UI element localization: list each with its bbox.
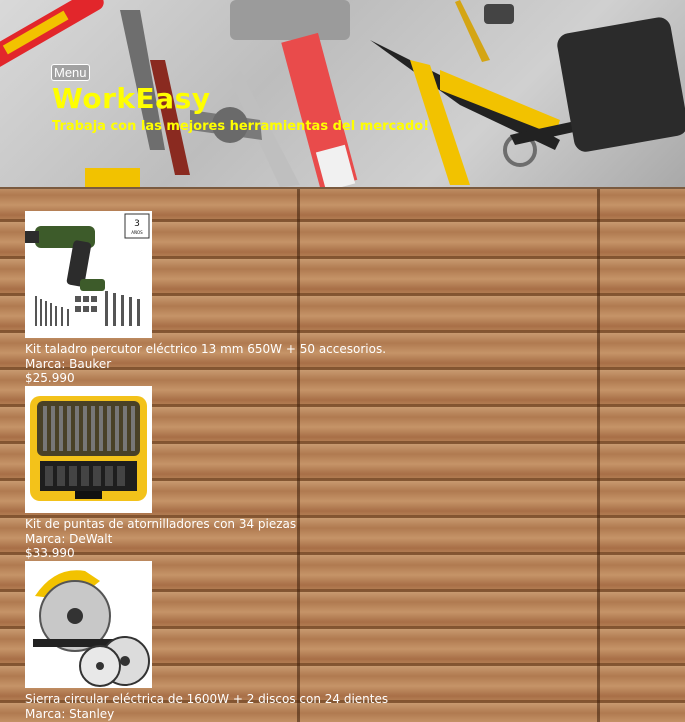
product-info: Kit taladro percutor eléctrico 13 mm 650… — [25, 342, 445, 386]
menu-button[interactable]: Menu — [51, 64, 90, 81]
product-brand: Marca: Bauker — [25, 356, 112, 371]
product-info: Kit de puntas de atornilladores con 34 p… — [25, 517, 445, 561]
product-name[interactable]: Kit de puntas de atornilladores con 34 p… — [25, 517, 445, 532]
product-price: $25.990 — [25, 371, 75, 385]
svg-text:AÑOS: AÑOS — [131, 230, 143, 235]
circular-saw-image[interactable] — [25, 561, 152, 688]
product-name[interactable]: Kit taladro percutor eléctrico 13 mm 650… — [25, 342, 445, 357]
site-tagline: Trabaja con las mejores herramientas del… — [52, 119, 430, 134]
header-banner: Menu WorkEasy Trabaja con las mejores he… — [0, 0, 685, 189]
product-price: $33.990 — [25, 546, 75, 560]
product-list: 3 AÑOS Kit taladro percutor eléctrico 13… — [25, 211, 445, 722]
product-item[interactable]: Sierra circular eléctrica de 1600W + 2 d… — [25, 561, 445, 722]
product-brand: Marca: Stanley — [25, 706, 115, 721]
product-info: Sierra circular eléctrica de 1600W + 2 d… — [25, 692, 445, 721]
drill-kit-image[interactable]: 3 AÑOS — [25, 211, 152, 338]
screwdriver-bits-image[interactable] — [25, 386, 152, 513]
site-title: WorkEasy — [52, 82, 211, 115]
product-brand: Marca: DeWalt — [25, 531, 113, 546]
product-name[interactable]: Sierra circular eléctrica de 1600W + 2 d… — [25, 692, 445, 707]
product-item[interactable]: Kit de puntas de atornilladores con 34 p… — [25, 386, 445, 561]
product-item[interactable]: 3 AÑOS Kit taladro percutor eléctrico 13… — [25, 211, 445, 386]
svg-text:3: 3 — [134, 219, 140, 229]
